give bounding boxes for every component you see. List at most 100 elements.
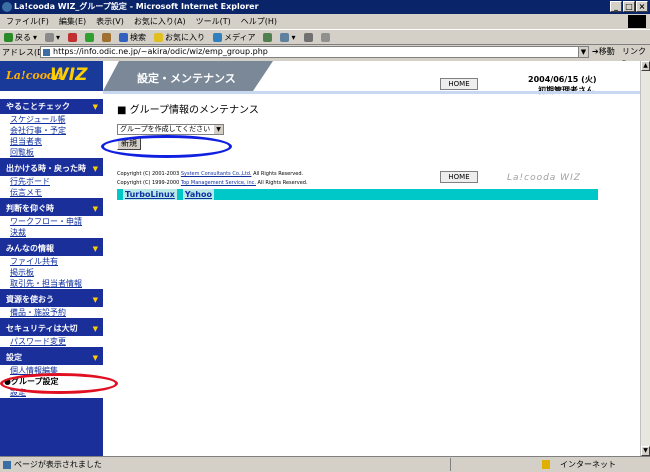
menu-file[interactable]: ファイル(F) — [6, 16, 49, 27]
logo-text-b: WIZ — [50, 65, 88, 85]
triangle-down-icon: ▼ — [92, 325, 98, 333]
status-bar: ページが表示されました インターネット — [0, 456, 650, 472]
home-button[interactable]: HOME — [440, 78, 478, 90]
media-button[interactable]: メディア — [213, 32, 255, 43]
history-button[interactable] — [263, 32, 273, 42]
search-button[interactable]: 検索 — [119, 32, 146, 43]
link-turbolinux[interactable]: TurboLinux — [123, 189, 177, 200]
refresh-icon — [85, 32, 95, 42]
footer-home-button[interactable]: HOME — [440, 171, 478, 183]
chevron-down-icon: ▼ — [214, 125, 223, 134]
scroll-down-button[interactable]: ▼ — [641, 446, 650, 456]
back-arrow-icon — [4, 32, 13, 42]
menu-edit[interactable]: 編集(E) — [59, 16, 86, 27]
print-icon — [303, 32, 313, 42]
triangle-down-icon: ▼ — [92, 296, 98, 304]
status-text: ページが表示されました — [14, 460, 102, 469]
header-divider — [103, 91, 640, 94]
mail-icon — [280, 32, 290, 42]
media-icon — [213, 32, 223, 42]
forward-button[interactable]: ▾ — [45, 32, 60, 42]
sidebar-section-settings[interactable]: 設定 ▼ — [0, 352, 103, 364]
history-icon — [263, 32, 273, 42]
minimize-button[interactable]: _ — [610, 1, 622, 12]
menu-favorites[interactable]: お気に入り(A) — [134, 16, 186, 27]
group-select-value: グループを作成してください — [120, 125, 211, 133]
go-button[interactable]: ➔移動 — [592, 46, 615, 57]
footer-brand: La!cooda WIZ — [507, 173, 581, 183]
sidebar-item-password[interactable]: パスワード変更 — [0, 336, 103, 347]
sidebar-item-decision[interactable]: 決裁 — [0, 227, 103, 238]
copyright-link-2[interactable]: Top Management Service, inc. — [181, 180, 256, 186]
sidebar-item-messages[interactable]: 伝言メモ — [0, 187, 103, 198]
window-titlebar: La!cooda WIZ_グループ設定 - Microsoft Internet… — [0, 0, 650, 14]
windows-logo-icon — [628, 15, 646, 28]
menu-view[interactable]: 表示(V) — [96, 16, 124, 27]
window-title: La!cooda WIZ_グループ設定 - Microsoft Internet… — [14, 2, 259, 11]
menu-help[interactable]: ヘルプ(H) — [241, 16, 277, 27]
sidebar-item-bulletin[interactable]: 掲示板 — [0, 267, 103, 278]
close-button[interactable]: × — [636, 1, 648, 12]
sidebar-section-shared-info[interactable]: みんなの情報 ▼ — [0, 243, 103, 255]
sidebar-section-resources[interactable]: 資源を使おう ▼ — [0, 294, 103, 306]
sidebar-section-approval[interactable]: 判断を仰ぐ時 ▼ — [0, 203, 103, 215]
vertical-scrollbar[interactable]: ▲ ▼ — [640, 61, 650, 456]
stop-icon — [68, 32, 78, 42]
sidebar-section-outgoing[interactable]: 出かける時・戻った時 ▼ — [0, 163, 103, 175]
refresh-button[interactable] — [85, 32, 95, 42]
star-icon — [154, 32, 164, 42]
edit-button[interactable] — [320, 32, 330, 42]
current-date: 2004/06/15 (火) — [528, 75, 597, 84]
menu-tools[interactable]: ツール(T) — [196, 16, 231, 27]
sidebar-item-file-share[interactable]: ファイル共有 — [0, 256, 103, 267]
link-yahoo[interactable]: Yahoo — [182, 189, 214, 200]
copyright-link-1[interactable]: System Consultants Co.,Ltd. — [181, 171, 252, 177]
sidebar-item-company-events[interactable]: 会社行事・予定 — [0, 125, 103, 136]
sidebar-section-security[interactable]: セキュリティは大切 ▼ — [0, 323, 103, 335]
triangle-down-icon: ▼ — [92, 245, 98, 253]
sidebar-filler — [0, 398, 103, 456]
sidebar-item-circular[interactable]: 回覧板 — [0, 147, 103, 158]
page-icon — [3, 461, 11, 469]
menu-bar: ファイル(F) 編集(E) 表示(V) お気に入り(A) ツール(T) ヘルプ(… — [0, 14, 650, 29]
back-button[interactable]: 戻る ▾ — [4, 32, 37, 43]
maximize-button[interactable]: □ — [623, 1, 635, 12]
stop-button[interactable] — [68, 32, 78, 42]
sidebar: やることチェック ▼ スケジュール帳 会社行事・予定 担当者表 回覧板 出かける時… — [0, 99, 103, 456]
highlight-ellipse-blue — [101, 135, 232, 158]
address-dropdown[interactable]: ▼ — [578, 46, 589, 58]
status-divider — [450, 458, 540, 471]
lock-icon — [542, 460, 550, 469]
link-bar: TurboLinux Yahoo — [117, 189, 598, 200]
address-bar: アドレス(D) https://info.odic.ne.jp/~akira/o… — [0, 45, 650, 66]
sidebar-item-whereabouts[interactable]: 行先ボード — [0, 176, 103, 187]
page-viewport: La!cooda WIZ 設定・メンテナンス HOME 2004/06/15 (… — [0, 61, 640, 456]
sidebar-item-schedule[interactable]: スケジュール帳 — [0, 114, 103, 125]
app-logo[interactable]: La!cooda WIZ — [0, 61, 103, 91]
highlight-ellipse-red — [0, 373, 118, 394]
mail-button[interactable]: ▾ — [280, 32, 296, 42]
page-title: グループ情報のメンテナンス — [117, 101, 259, 116]
favorites-button[interactable]: お気に入り — [154, 32, 205, 43]
sidebar-item-reservations[interactable]: 備品・施設予約 — [0, 307, 103, 318]
sidebar-section-todo[interactable]: やることチェック ▼ — [0, 101, 103, 113]
group-select[interactable]: グループを作成してください ▼ — [117, 124, 224, 135]
print-button[interactable] — [303, 32, 313, 42]
copyright-line-2: Copyright (C) 1999-2000 Top Management S… — [117, 180, 308, 186]
home-icon — [102, 32, 112, 42]
sidebar-item-clients[interactable]: 取引先・担当者情報 — [0, 278, 103, 289]
search-icon — [119, 32, 129, 42]
address-input[interactable]: https://info.odic.ne.jp/~akira/odic/wiz/… — [40, 46, 580, 58]
triangle-down-icon: ▼ — [92, 165, 98, 173]
home-toolbar-button[interactable] — [102, 32, 112, 42]
forward-arrow-icon — [45, 32, 55, 42]
copyright-line-1: Copyright (C) 2001-2003 System Consultan… — [117, 171, 304, 177]
toolbar: 戻る ▾ ▾ 検索 お気に入り メディア ▾ — [0, 29, 650, 45]
scroll-up-button[interactable]: ▲ — [641, 61, 650, 71]
triangle-down-icon: ▼ — [92, 205, 98, 213]
section-banner-title: 設定・メンテナンス — [137, 72, 236, 85]
ie-icon — [2, 2, 12, 12]
security-zone: インターネット — [560, 460, 616, 469]
sidebar-item-workflow[interactable]: ワークフロー・申請 — [0, 216, 103, 227]
sidebar-item-staff-table[interactable]: 担当者表 — [0, 136, 103, 147]
